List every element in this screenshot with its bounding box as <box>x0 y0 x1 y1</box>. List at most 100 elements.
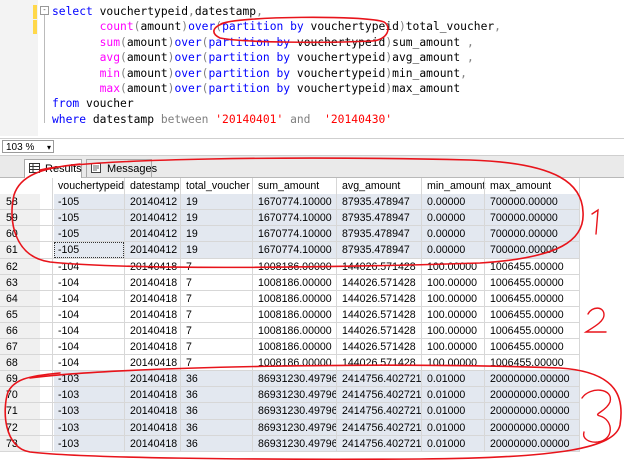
table-cell[interactable]: -104 <box>58 275 79 291</box>
table-cell[interactable]: 0.00000 <box>427 210 465 226</box>
table-cell[interactable]: 0.01000 <box>427 387 465 403</box>
table-cell[interactable]: 100.00000 <box>427 355 477 371</box>
table-cell[interactable]: 20140418 <box>130 307 177 323</box>
table-cell[interactable]: 36 <box>186 387 198 403</box>
table-cell[interactable]: 7 <box>186 275 192 291</box>
table-cell[interactable]: 86931230.49796 <box>258 403 338 419</box>
table-cell[interactable]: 100.00000 <box>427 275 477 291</box>
table-cell[interactable]: 36 <box>186 420 198 436</box>
table-cell[interactable]: 20140412 <box>130 210 177 226</box>
row-number[interactable]: 58 <box>0 194 40 211</box>
table-cell[interactable]: 7 <box>186 259 192 275</box>
table-cell[interactable]: 20000000.00000 <box>490 436 570 452</box>
table-cell[interactable]: 700000.00000 <box>490 210 558 226</box>
table-cell[interactable]: 0.00000 <box>427 242 465 258</box>
table-cell[interactable]: -104 <box>58 291 79 307</box>
row-number[interactable]: 62 <box>0 258 40 275</box>
table-cell[interactable]: 100.00000 <box>427 259 477 275</box>
table-cell[interactable]: -103 <box>58 420 79 436</box>
table-cell[interactable]: 0.00000 <box>427 226 465 242</box>
table-cell[interactable]: 20140418 <box>130 275 177 291</box>
row-number[interactable]: 69 <box>0 371 40 388</box>
table-cell[interactable]: 0.01000 <box>427 371 465 387</box>
table-cell[interactable]: 19 <box>186 226 198 242</box>
table-cell[interactable]: 1670774.10000 <box>258 226 332 242</box>
table-cell[interactable]: -103 <box>58 371 79 387</box>
table-cell[interactable]: 100.00000 <box>427 339 477 355</box>
table-cell[interactable]: 20000000.00000 <box>490 387 570 403</box>
zoom-select[interactable]: 103 % ▾ <box>2 140 54 153</box>
table-cell[interactable]: 100.00000 <box>427 291 477 307</box>
table-cell[interactable]: 100.00000 <box>427 323 477 339</box>
row-number[interactable]: 60 <box>0 226 40 243</box>
table-cell[interactable]: 20140412 <box>130 242 177 258</box>
table-cell[interactable]: 19 <box>186 210 198 226</box>
row-number[interactable]: 61 <box>0 242 40 259</box>
collapse-toggle-icon[interactable]: - <box>40 6 49 15</box>
table-cell[interactable]: 19 <box>186 242 198 258</box>
table-cell[interactable]: 7 <box>186 323 192 339</box>
table-cell[interactable]: 144026.571428 <box>342 339 416 355</box>
table-cell[interactable]: 1670774.10000 <box>258 242 332 258</box>
row-number[interactable]: 71 <box>0 403 40 420</box>
row-number[interactable]: 70 <box>0 387 40 404</box>
row-number[interactable]: 64 <box>0 290 40 307</box>
column-header[interactable]: min_amount <box>427 178 485 194</box>
table-cell[interactable]: 700000.00000 <box>490 242 558 258</box>
table-cell[interactable]: 100.00000 <box>427 307 477 323</box>
table-cell[interactable]: 2414756.402721 <box>342 387 422 403</box>
table-cell[interactable]: 20140412 <box>130 226 177 242</box>
query-editor[interactable]: - select vouchertypeid,datestamp, count(… <box>0 0 624 136</box>
table-cell[interactable]: 700000.00000 <box>490 226 558 242</box>
column-header[interactable]: sum_amount <box>258 178 319 194</box>
table-cell[interactable]: 36 <box>186 436 198 452</box>
table-cell[interactable]: 1008186.00000 <box>258 291 332 307</box>
table-cell[interactable]: 1006455.00000 <box>490 291 564 307</box>
table-cell[interactable]: 36 <box>186 403 198 419</box>
table-cell[interactable]: 144026.571428 <box>342 291 416 307</box>
table-cell[interactable]: 1008186.00000 <box>258 275 332 291</box>
row-number[interactable]: 66 <box>0 322 40 339</box>
table-cell[interactable]: 20000000.00000 <box>490 403 570 419</box>
table-cell[interactable]: -104 <box>58 339 79 355</box>
table-cell[interactable]: 20140418 <box>130 291 177 307</box>
tab-messages[interactable]: Messages <box>86 159 157 177</box>
table-cell[interactable]: 1006455.00000 <box>490 355 564 371</box>
table-cell[interactable]: 20140412 <box>130 194 177 210</box>
table-cell[interactable]: -105 <box>58 226 79 242</box>
table-cell[interactable]: -103 <box>58 436 79 452</box>
table-cell[interactable]: 87935.478947 <box>342 194 410 210</box>
table-cell[interactable]: 86931230.49796 <box>258 387 338 403</box>
row-number[interactable]: 67 <box>0 339 40 355</box>
table-cell[interactable]: -104 <box>58 323 79 339</box>
table-cell[interactable]: -104 <box>58 355 79 371</box>
table-cell[interactable]: -104 <box>58 307 79 323</box>
table-cell[interactable]: 20140418 <box>130 355 177 371</box>
table-cell[interactable]: 1006455.00000 <box>490 323 564 339</box>
table-cell[interactable]: -103 <box>58 403 79 419</box>
table-cell[interactable]: 7 <box>186 355 192 371</box>
column-header[interactable]: avg_amount <box>342 178 400 194</box>
table-cell[interactable]: 144026.571428 <box>342 259 416 275</box>
column-header[interactable]: vouchertypeid <box>58 178 124 194</box>
row-number[interactable]: 73 <box>0 435 40 452</box>
table-cell[interactable]: 7 <box>186 339 192 355</box>
table-cell[interactable]: 144026.571428 <box>342 323 416 339</box>
table-cell[interactable]: 87935.478947 <box>342 226 410 242</box>
table-cell[interactable]: 0.01000 <box>427 436 465 452</box>
table-cell[interactable]: 2414756.402721 <box>342 403 422 419</box>
table-cell[interactable]: 0.00000 <box>427 194 465 210</box>
table-cell[interactable]: 1008186.00000 <box>258 339 332 355</box>
table-cell[interactable]: 2414756.402721 <box>342 436 422 452</box>
table-cell[interactable]: 144026.571428 <box>342 307 416 323</box>
table-cell[interactable]: -104 <box>58 259 79 275</box>
column-header[interactable]: total_voucher <box>186 178 250 194</box>
table-cell[interactable]: -105 <box>58 210 79 226</box>
table-cell[interactable]: 86931230.49796 <box>258 420 338 436</box>
row-number[interactable]: 68 <box>0 355 40 372</box>
table-cell[interactable]: 20000000.00000 <box>490 371 570 387</box>
table-cell[interactable]: 1006455.00000 <box>490 339 564 355</box>
table-cell[interactable]: 2414756.402721 <box>342 371 422 387</box>
column-header[interactable]: max_amount <box>490 178 551 194</box>
table-cell[interactable]: 20140418 <box>130 403 177 419</box>
